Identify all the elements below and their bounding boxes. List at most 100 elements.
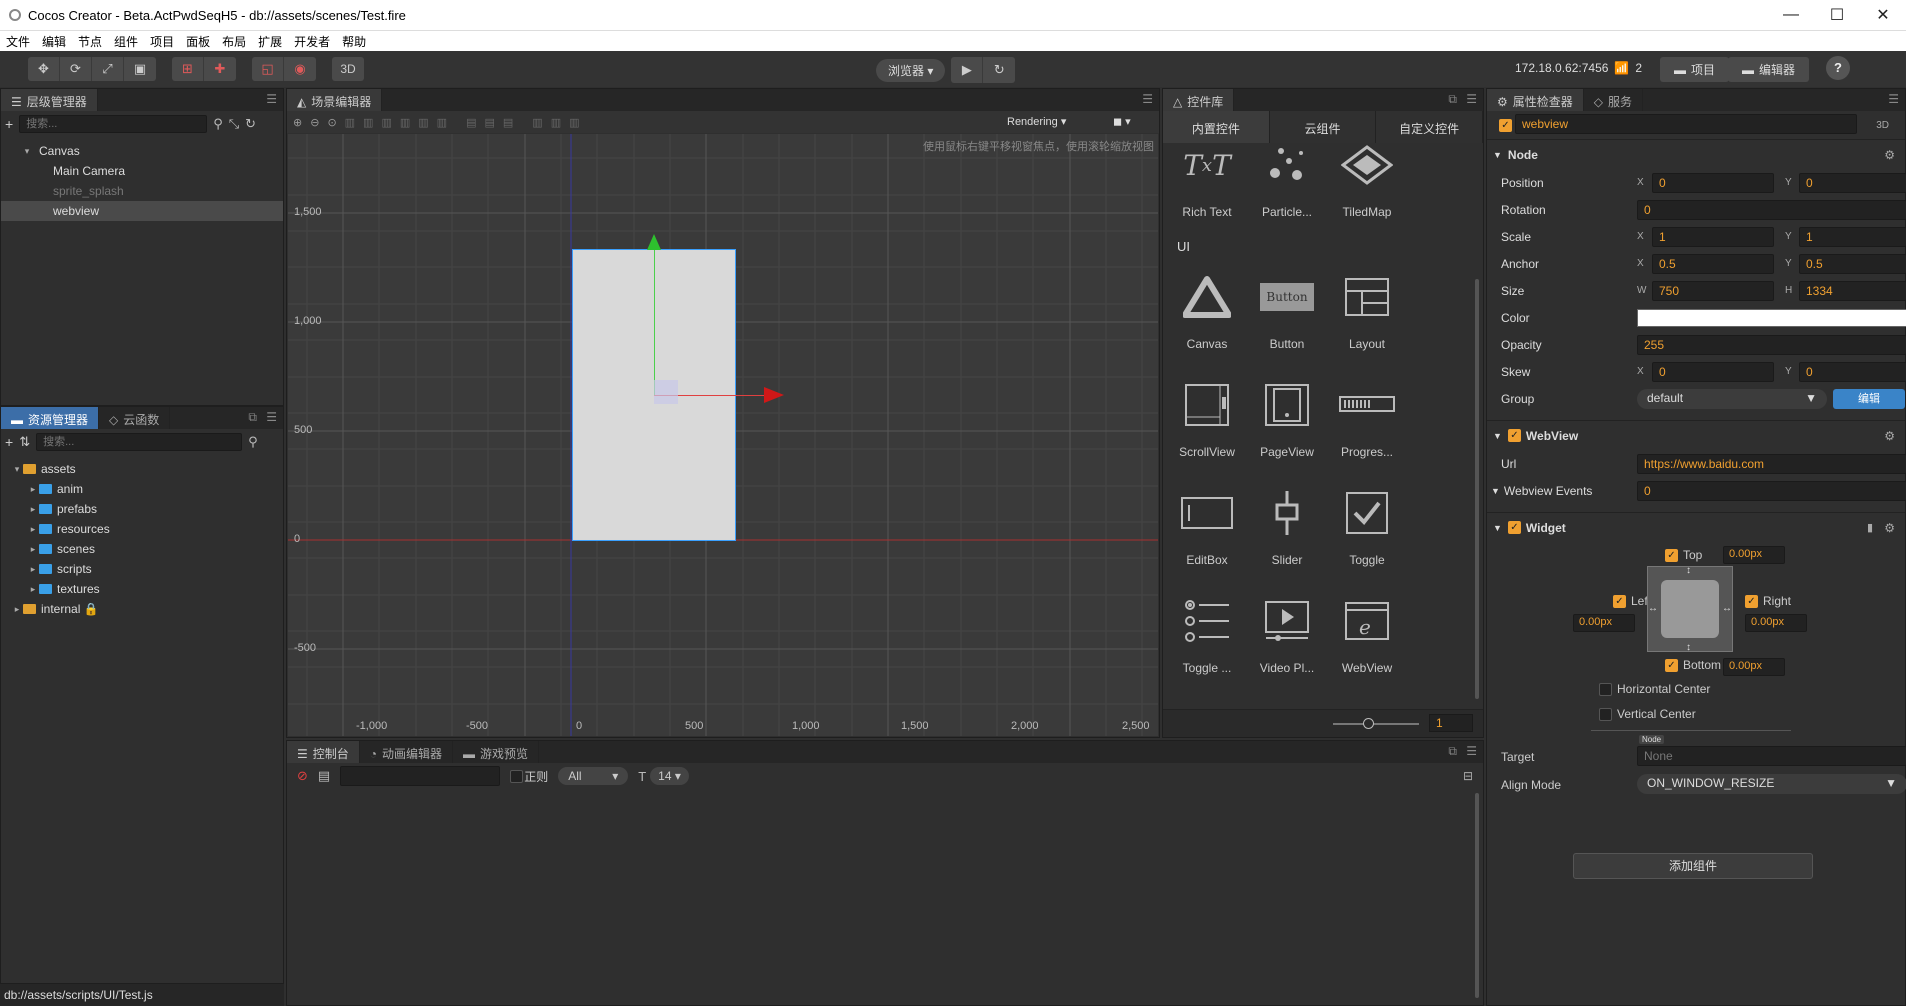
gear-icon[interactable]: ⚙ <box>1884 521 1895 535</box>
zoom-slider-handle[interactable] <box>1363 718 1374 729</box>
asset-item-scripts[interactable]: ▸ scripts <box>1 559 283 579</box>
left-value-input[interactable]: 0.00px <box>1573 614 1635 632</box>
collapse-icon[interactable]: ⤡ <box>229 116 239 132</box>
tab-game-preview[interactable]: ▬ 游戏预览 <box>453 741 540 763</box>
open-project-button[interactable]: ▬ 项目 <box>1660 57 1730 82</box>
menu-panel[interactable]: 面板 <box>186 33 210 50</box>
menu-project[interactable]: 项目 <box>150 33 174 50</box>
menu-edit[interactable]: 编辑 <box>42 33 66 50</box>
group-select[interactable]: default ▼ <box>1637 388 1827 409</box>
add-component-button[interactable]: 添加组件 <box>1573 853 1813 879</box>
expand-arrow-icon[interactable]: ▸ <box>11 604 23 615</box>
refresh-icon[interactable]: ↻ <box>245 116 256 132</box>
asset-item-textures[interactable]: ▸ textures <box>1 579 283 599</box>
left-checkbox[interactable]: ✓ <box>1613 594 1626 608</box>
skew-x-input[interactable]: 0 <box>1652 361 1774 382</box>
rotation-input[interactable]: 0 <box>1637 199 1906 220</box>
tab-inspector[interactable]: ⚙ 属性检查器 <box>1487 89 1584 111</box>
popout-icon[interactable]: ⧉ <box>1448 744 1457 759</box>
webview-section-header[interactable]: ▼ ✓ WebView ⚙ <box>1487 420 1905 450</box>
lib-item-editbox[interactable]: EditBox <box>1167 475 1247 583</box>
tab-animation-editor[interactable]: ◔ 动画编辑器 <box>359 741 454 763</box>
subtab-custom[interactable]: 自定义控件 <box>1376 111 1484 143</box>
collapse-arrow-icon[interactable]: ▼ <box>1493 523 1502 533</box>
anchor-y-input[interactable]: 0.5 <box>1799 253 1906 274</box>
lib-item-richtext[interactable]: TxT Rich Text <box>1167 145 1247 235</box>
assets-search-input[interactable] <box>36 433 243 451</box>
right-value-input[interactable]: 0.00px <box>1745 614 1807 632</box>
asset-item-prefabs[interactable]: ▸ prefabs <box>1 499 283 519</box>
lib-item-canvas[interactable]: Canvas <box>1167 259 1247 367</box>
lib-item-slider[interactable]: Slider <box>1247 475 1327 583</box>
node-name-field[interactable]: webview <box>1515 114 1857 134</box>
lib-item-particle[interactable]: Particle... <box>1247 145 1327 235</box>
log-level-select[interactable]: All ▾ <box>558 767 629 785</box>
lib-item-layout[interactable]: Layout <box>1327 259 1407 367</box>
panel-menu-icon[interactable]: ☰ <box>1888 92 1899 106</box>
hierarchy-search-input[interactable] <box>19 115 208 133</box>
size-h-input[interactable]: 1334 <box>1799 280 1906 301</box>
scale-x-input[interactable]: 1 <box>1652 226 1774 247</box>
minimize-button[interactable]: — <box>1768 6 1814 24</box>
snap-icon[interactable]: ◱ <box>252 57 284 81</box>
console-filter-input[interactable] <box>340 766 501 786</box>
node-active-checkbox[interactable]: ✓ <box>1499 118 1512 132</box>
node-3d-toggle[interactable]: 3D <box>1876 120 1889 131</box>
widget-section-header[interactable]: ▼ ✓ Widget ▮ ⚙ <box>1487 512 1905 542</box>
tree-node-sprite-splash[interactable]: sprite_splash <box>1 181 283 201</box>
x-gizmo-arrow-icon[interactable] <box>764 387 784 403</box>
help-button[interactable]: ? <box>1826 56 1850 80</box>
target-input[interactable]: None <box>1637 746 1906 766</box>
panel-menu-icon[interactable]: ☰ <box>1142 92 1153 106</box>
close-button[interactable]: ✕ <box>1860 5 1906 25</box>
asset-item-internal[interactable]: ▸ internal 🔒 <box>1 599 283 619</box>
search-icon[interactable]: ⚲ <box>248 434 258 450</box>
regex-checkbox[interactable] <box>510 769 524 783</box>
popout-icon[interactable]: ⧉ <box>248 410 257 425</box>
bottom-checkbox[interactable]: ✓ <box>1665 658 1678 672</box>
align-mode-select[interactable]: ON_WINDOW_RESIZE ▼ <box>1637 774 1906 794</box>
move-tool-icon[interactable]: ✥ <box>28 57 60 81</box>
tab-console[interactable]: ☰ 控制台 <box>287 741 360 763</box>
add-asset-icon[interactable]: + <box>5 434 13 450</box>
record-icon[interactable]: ◉ <box>284 57 316 81</box>
collapse-arrow-icon[interactable]: ▼ <box>1493 431 1502 441</box>
clear-icon[interactable]: ⊘ <box>297 768 308 784</box>
expand-arrow-icon[interactable]: ▼ <box>1491 486 1500 496</box>
scene-viewport[interactable]: 使用鼠标右键平移视窗焦点，使用滚轮缩放视图 1,500 1,000 500 0 … <box>288 134 1158 736</box>
subtab-cloud[interactable]: 云组件 <box>1269 111 1377 143</box>
book-icon[interactable]: ▮ <box>1867 521 1873 534</box>
collapse-arrow-icon[interactable]: ▼ <box>1493 150 1502 160</box>
panel-menu-icon[interactable]: ☰ <box>1466 92 1477 106</box>
refresh-icon[interactable]: ↻ <box>983 57 1015 83</box>
widget-enabled-checkbox[interactable]: ✓ <box>1507 521 1521 534</box>
webview-enabled-checkbox[interactable]: ✓ <box>1507 429 1521 442</box>
subtab-builtin[interactable]: 内置控件 <box>1163 111 1270 143</box>
tab-widget-library[interactable]: △ 控件库 <box>1163 89 1235 111</box>
top-value-input[interactable]: 0.00px <box>1723 546 1785 564</box>
expand-arrow-icon[interactable]: ▸ <box>27 544 39 555</box>
local-global-icon[interactable]: ✚ <box>204 57 236 81</box>
scale-y-input[interactable]: 1 <box>1799 226 1906 247</box>
right-checkbox[interactable]: ✓ <box>1745 594 1758 608</box>
zoom-in-icon[interactable]: ⊕ <box>293 116 302 129</box>
rendering-dropdown[interactable]: Rendering ▾ <box>1007 115 1066 128</box>
scale-tool-icon[interactable]: ⤢ <box>92 57 124 81</box>
skew-y-input[interactable]: 0 <box>1799 361 1906 382</box>
menu-node[interactable]: 节点 <box>78 33 102 50</box>
open-editor-button[interactable]: ▬ 编辑器 <box>1728 57 1810 82</box>
lib-item-scrollview[interactable]: ScrollView <box>1167 367 1247 475</box>
xy-gizmo-handle[interactable] <box>654 380 678 404</box>
asset-item-scenes[interactable]: ▸ scenes <box>1 539 283 559</box>
menu-developer[interactable]: 开发者 <box>294 33 330 50</box>
node-section-header[interactable]: ▼ Node ⚙ <box>1487 139 1905 169</box>
expand-arrow-icon[interactable]: ▸ <box>27 564 39 575</box>
pivot-icon[interactable]: ⊞ <box>172 57 204 81</box>
tree-node-main-camera[interactable]: Main Camera <box>1 161 283 181</box>
size-w-input[interactable]: 750 <box>1652 280 1774 301</box>
expand-arrow-icon[interactable]: ▾ <box>21 146 33 157</box>
gear-icon[interactable]: ⚙ <box>1884 148 1895 162</box>
opacity-input[interactable]: 255 <box>1637 334 1906 355</box>
position-x-input[interactable]: 0 <box>1652 172 1774 193</box>
panel-menu-icon[interactable]: ☰ <box>266 92 277 106</box>
